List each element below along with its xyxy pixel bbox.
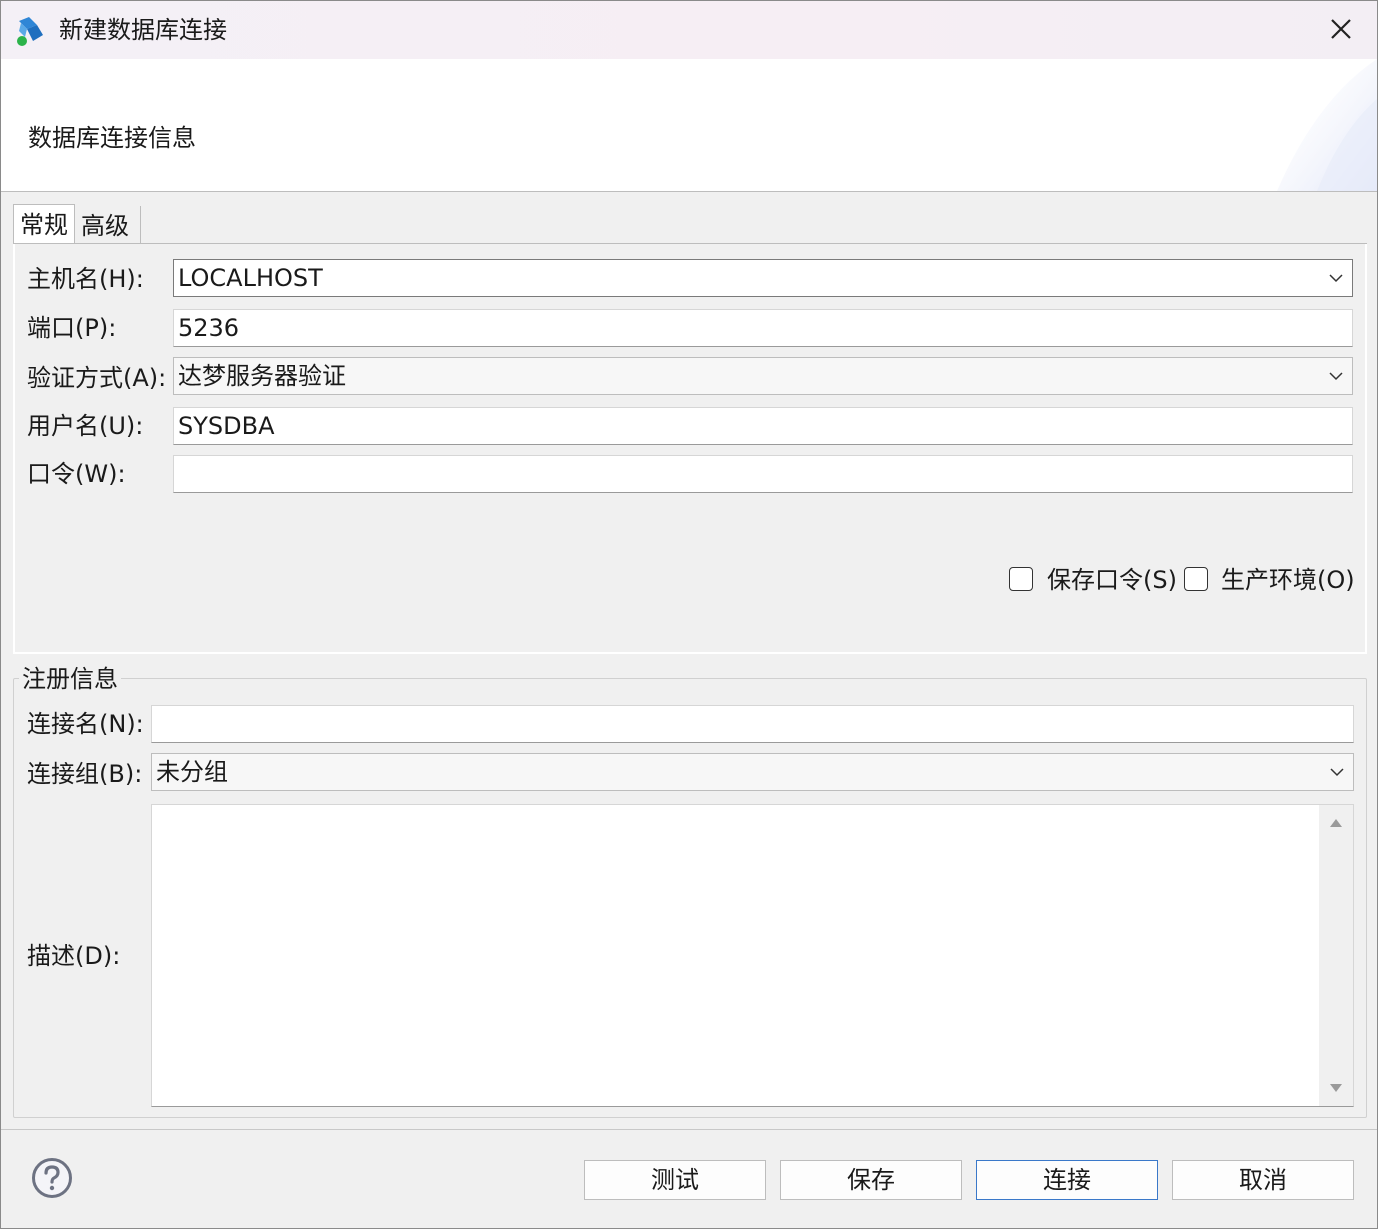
save-password-label: 保存口令(S): [1047, 566, 1177, 594]
connection-name-input[interactable]: [151, 705, 1354, 743]
host-value: LOCALHOST: [178, 264, 323, 292]
user-input[interactable]: SYSDBA: [173, 407, 1353, 445]
production-checkbox[interactable]: [1184, 567, 1208, 591]
scroll-down-icon[interactable]: [1330, 1084, 1342, 1092]
save-password-checkbox[interactable]: [1009, 567, 1033, 591]
title-bar: 新建数据库连接: [1, 1, 1377, 59]
banner-decoration: [1277, 59, 1377, 191]
connect-button[interactable]: 连接: [976, 1160, 1158, 1200]
cancel-button[interactable]: 取消: [1172, 1160, 1354, 1200]
password-label: 口令(W):: [27, 460, 126, 488]
chevron-down-icon[interactable]: [1328, 368, 1344, 384]
auth-combo[interactable]: 达梦服务器验证: [173, 357, 1353, 395]
password-input[interactable]: [173, 455, 1353, 493]
description-scrollbar[interactable]: [1319, 805, 1353, 1106]
header-banner: 数据库连接信息: [1, 59, 1377, 192]
port-input[interactable]: 5236: [173, 309, 1353, 347]
dialog-window: 新建数据库连接 数据库连接信息 常规 高级 主机名(H): LOCALHOST …: [0, 0, 1378, 1229]
chevron-down-icon[interactable]: [1328, 270, 1344, 286]
host-combo[interactable]: LOCALHOST: [173, 259, 1353, 297]
test-button[interactable]: 测试: [584, 1160, 766, 1200]
tab-advanced[interactable]: 高级: [75, 206, 141, 244]
host-label: 主机名(H):: [27, 265, 144, 293]
description-textarea[interactable]: [151, 804, 1354, 1107]
window-title: 新建数据库连接: [59, 16, 227, 44]
save-button[interactable]: 保存: [780, 1160, 962, 1200]
production-label: 生产环境(O): [1221, 566, 1355, 594]
footer-divider: [1, 1129, 1377, 1130]
description-label: 描述(D):: [27, 942, 121, 970]
user-label: 用户名(U):: [27, 412, 144, 440]
auth-label: 验证方式(A):: [27, 364, 167, 392]
connection-group-label: 连接组(B):: [27, 760, 143, 788]
port-label: 端口(P):: [27, 314, 117, 342]
close-icon[interactable]: [1323, 13, 1359, 47]
tab-general[interactable]: 常规: [13, 204, 75, 245]
connection-group-combo[interactable]: 未分组: [151, 753, 1354, 791]
auth-value: 达梦服务器验证: [178, 362, 346, 390]
scroll-up-icon[interactable]: [1330, 819, 1342, 827]
registration-title: 注册信息: [19, 664, 121, 694]
connection-name-label: 连接名(N):: [27, 710, 144, 738]
chevron-down-icon[interactable]: [1329, 764, 1345, 780]
help-icon[interactable]: [31, 1157, 73, 1199]
banner-title: 数据库连接信息: [28, 124, 196, 152]
connection-group-value: 未分组: [156, 758, 228, 786]
database-connect-icon: [17, 17, 43, 46]
